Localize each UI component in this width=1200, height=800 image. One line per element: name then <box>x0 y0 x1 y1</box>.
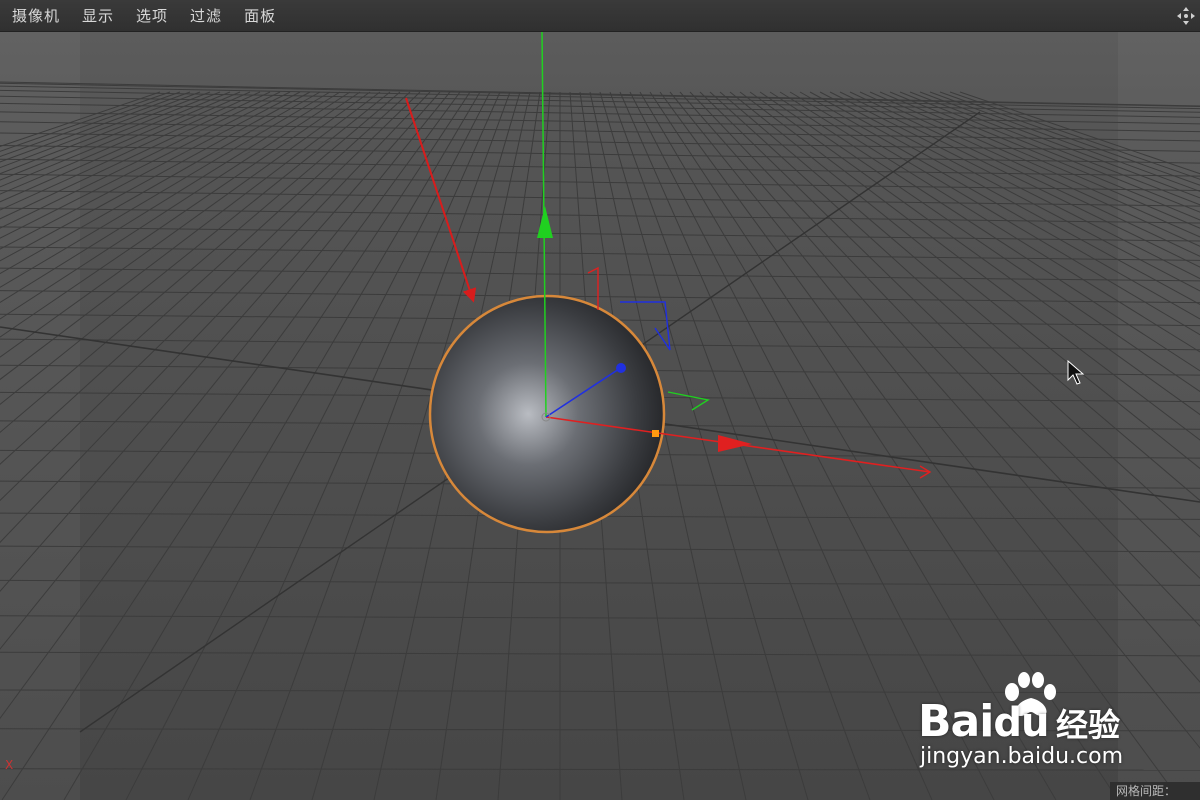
baidu-brand: Baidu <box>918 696 1049 747</box>
cinema4d-editor-window: 摄像机 显示 选项 过滤 面板 X 网格间距： Baidu 经验 jingyan… <box>0 0 1200 800</box>
menu-camera[interactable]: 摄像机 <box>12 5 60 26</box>
mouse-cursor-icon <box>1067 360 1085 385</box>
viewport-menubar: 摄像机 显示 选项 过滤 面板 <box>0 0 1200 32</box>
baidu-brand-du: du <box>993 700 1049 746</box>
menu-filter[interactable]: 过滤 <box>190 5 222 26</box>
scale-handle[interactable] <box>652 430 659 437</box>
baidu-url: jingyan.baidu.com <box>920 744 1124 769</box>
menu-display[interactable]: 显示 <box>82 5 114 26</box>
menu-options[interactable]: 选项 <box>136 5 168 26</box>
baidu-watermark: Baidu 经验 jingyan.baidu.com <box>918 668 1158 778</box>
move-view-icon[interactable] <box>1176 6 1196 26</box>
baidu-brand-cn: 经验 <box>1056 706 1121 744</box>
menu-panel[interactable]: 面板 <box>244 5 276 26</box>
sphere-object[interactable] <box>428 294 666 534</box>
grid-spacing-status: 网格间距： <box>1110 782 1200 800</box>
z-axis-handle[interactable] <box>616 363 626 373</box>
world-axis-indicator: X <box>5 758 14 772</box>
baidu-brand-bai: Bai <box>918 696 994 747</box>
